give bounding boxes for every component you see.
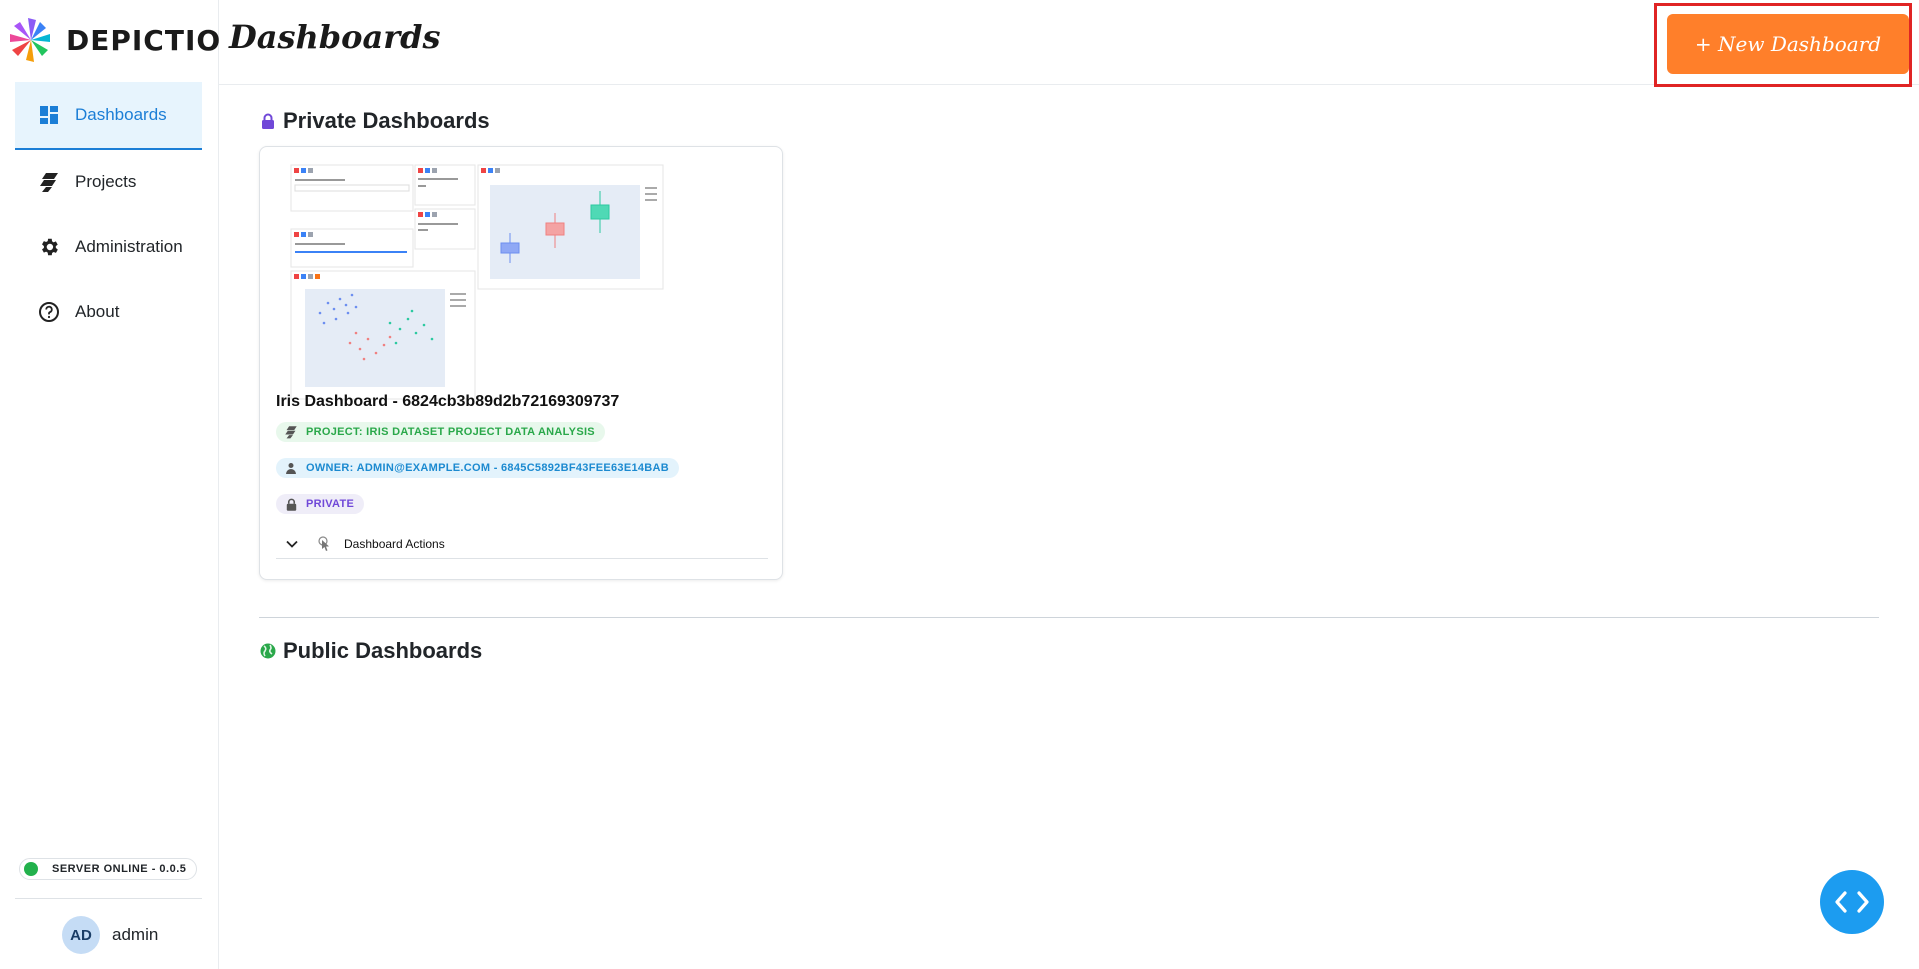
avatar: AD [62,916,100,954]
page-header: Dashboards + New Dashboard [219,0,1919,87]
sidebar-item-projects[interactable]: Projects [15,148,202,215]
lock-icon [284,497,298,511]
sidebar-divider [15,898,202,899]
visibility-badge: PRIVATE [276,494,365,514]
project-badge-text: PROJECT: IRIS DATASET PROJECT DATA ANALY… [306,426,595,438]
brand-name: DEPICTIO [66,23,222,57]
projects-icon [37,170,61,194]
server-status-badge: SERVER ONLINE - 0.0.5 [19,858,197,880]
visibility-badge-text: PRIVATE [306,498,355,510]
code-toggle-button[interactable] [1820,870,1884,934]
gear-icon [37,235,61,259]
public-dashboards-heading: Public Dashboards [259,638,482,664]
user-menu[interactable]: AD admin [62,916,158,954]
brand-logo[interactable]: DEPICTIO [6,16,221,64]
projects-icon [284,425,298,439]
dashboard-icon [37,103,61,127]
new-dashboard-button[interactable]: + New Dashboard [1667,14,1909,74]
section-title-text: Public Dashboards [283,638,483,663]
section-title-text: Private Dashboards [283,108,490,133]
sidebar-item-label: Administration [75,236,183,256]
sidebar-item-about[interactable]: About [15,278,202,345]
sidebar-item-administration[interactable]: Administration [15,213,202,280]
sidebar-item-label: About [75,301,120,321]
help-circle-icon [37,300,61,324]
sidebar: DEPICTIO Dashboards Projects Administrat… [0,0,221,969]
lock-icon [259,112,277,130]
sidebar-nav: Dashboards Projects Administration About [15,82,202,343]
pointer-icon [316,535,332,552]
code-icon [1835,891,1869,913]
section-divider [259,617,1879,618]
status-online-icon [24,862,38,876]
page-title: Dashboards [229,18,441,56]
private-dashboards-heading: Private Dashboards [259,108,490,134]
globe-icon [259,642,277,660]
chevron-down-icon [284,540,300,548]
owner-badge-text: OWNER: ADMIN@EXAMPLE.COM - 6845C5892BF43… [306,462,670,474]
sidebar-item-label: Projects [75,171,137,191]
user-name: admin [112,925,159,944]
dashboard-card[interactable]: Iris Dashboard - 6824cb3b89d2b7216930973… [259,146,783,580]
owner-badge: OWNER: ADMIN@EXAMPLE.COM - 6845C5892BF43… [276,458,680,478]
dashboard-actions-accordion[interactable]: Dashboard Actions [276,529,768,559]
sidebar-item-label: Dashboards [75,105,167,124]
depictio-logo-icon [10,18,50,62]
project-badge[interactable]: PROJECT: IRIS DATASET PROJECT DATA ANALY… [276,422,605,442]
dashboard-thumbnail[interactable] [290,163,664,401]
dashboard-card-title[interactable]: Iris Dashboard - 6824cb3b89d2b7216930973… [276,393,619,411]
user-icon [284,461,298,475]
server-status-text: SERVER ONLINE - 0.0.5 [52,863,187,875]
sidebar-item-dashboards[interactable]: Dashboards [15,82,202,150]
dashboard-actions-label: Dashboard Actions [344,536,445,551]
